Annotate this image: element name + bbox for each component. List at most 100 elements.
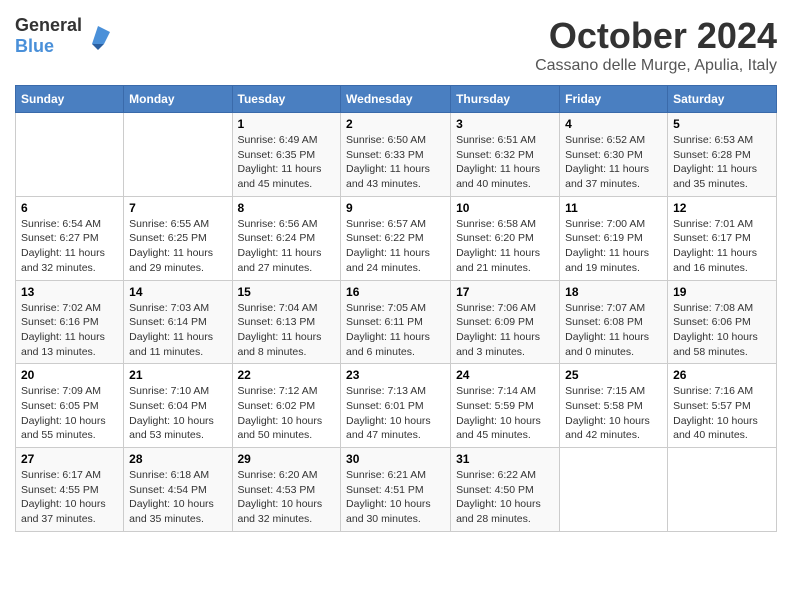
day-number: 8: [238, 201, 336, 215]
day-header-tuesday: Tuesday: [232, 86, 341, 113]
day-info: Sunrise: 7:06 AM Sunset: 6:09 PM Dayligh…: [456, 301, 554, 360]
location-title: Cassano delle Murge, Apulia, Italy: [535, 57, 777, 75]
calendar-cell: 3 Sunrise: 6:51 AM Sunset: 6:32 PM Daylig…: [451, 113, 560, 197]
day-header-monday: Monday: [124, 86, 232, 113]
day-number: 27: [21, 452, 118, 466]
calendar-cell: 7 Sunrise: 6:55 AM Sunset: 6:25 PM Daylig…: [124, 196, 232, 280]
calendar-cell: 21 Sunrise: 7:10 AM Sunset: 6:04 PM Dayli…: [124, 364, 232, 448]
day-number: 29: [238, 452, 336, 466]
calendar-cell: 18 Sunrise: 7:07 AM Sunset: 6:08 PM Dayli…: [560, 280, 668, 364]
calendar-cell: 14Sunrise: 7:03 AM Sunset: 6:14 PM Dayli…: [124, 280, 232, 364]
day-number: 18: [565, 285, 662, 299]
day-info: Sunrise: 6:17 AM Sunset: 4:55 PM Dayligh…: [21, 468, 118, 527]
day-info: Sunrise: 6:55 AM Sunset: 6:25 PM Dayligh…: [129, 217, 226, 276]
day-number: 24: [456, 368, 554, 382]
day-info: Sunrise: 7:09 AM Sunset: 6:05 PM Dayligh…: [21, 384, 118, 443]
day-number: 11: [565, 201, 662, 215]
day-info: Sunrise: 6:22 AM Sunset: 4:50 PM Dayligh…: [456, 468, 554, 527]
day-number: 23: [346, 368, 445, 382]
day-number: 9: [346, 201, 445, 215]
day-header-saturday: Saturday: [668, 86, 777, 113]
calendar-cell: 11 Sunrise: 7:00 AM Sunset: 6:19 PM Dayli…: [560, 196, 668, 280]
calendar-cell: 22 Sunrise: 7:12 AM Sunset: 6:02 PM Dayli…: [232, 364, 341, 448]
month-title: October 2024: [535, 15, 777, 57]
day-info: Sunrise: 7:07 AM Sunset: 6:08 PM Dayligh…: [565, 301, 662, 360]
calendar-week-2: 6 Sunrise: 6:54 AM Sunset: 6:27 PM Daylig…: [16, 196, 777, 280]
day-number: 3: [456, 117, 554, 131]
calendar-cell: 12Sunrise: 7:01 AM Sunset: 6:17 PM Dayli…: [668, 196, 777, 280]
day-info: Sunrise: 6:50 AM Sunset: 6:33 PM Dayligh…: [346, 133, 445, 192]
title-block: October 2024 Cassano delle Murge, Apulia…: [535, 15, 777, 75]
calendar-cell: 25 Sunrise: 7:15 AM Sunset: 5:58 PM Dayli…: [560, 364, 668, 448]
day-info: Sunrise: 7:15 AM Sunset: 5:58 PM Dayligh…: [565, 384, 662, 443]
day-info: Sunrise: 7:10 AM Sunset: 6:04 PM Dayligh…: [129, 384, 226, 443]
day-number: 25: [565, 368, 662, 382]
day-info: Sunrise: 6:56 AM Sunset: 6:24 PM Dayligh…: [238, 217, 336, 276]
day-info: Sunrise: 6:53 AM Sunset: 6:28 PM Dayligh…: [673, 133, 771, 192]
day-info: Sunrise: 6:52 AM Sunset: 6:30 PM Dayligh…: [565, 133, 662, 192]
day-info: Sunrise: 7:12 AM Sunset: 6:02 PM Dayligh…: [238, 384, 336, 443]
day-number: 7: [129, 201, 226, 215]
calendar-cell: 6 Sunrise: 6:54 AM Sunset: 6:27 PM Daylig…: [16, 196, 124, 280]
day-info: Sunrise: 7:01 AM Sunset: 6:17 PM Dayligh…: [673, 217, 771, 276]
day-info: Sunrise: 6:20 AM Sunset: 4:53 PM Dayligh…: [238, 468, 336, 527]
day-info: Sunrise: 6:58 AM Sunset: 6:20 PM Dayligh…: [456, 217, 554, 276]
calendar-cell: 8 Sunrise: 6:56 AM Sunset: 6:24 PM Daylig…: [232, 196, 341, 280]
day-number: 21: [129, 368, 226, 382]
day-number: 6: [21, 201, 118, 215]
day-info: Sunrise: 7:00 AM Sunset: 6:19 PM Dayligh…: [565, 217, 662, 276]
calendar-cell: 15 Sunrise: 7:04 AM Sunset: 6:13 PM Dayli…: [232, 280, 341, 364]
calendar-week-3: 13 Sunrise: 7:02 AM Sunset: 6:16 PM Dayli…: [16, 280, 777, 364]
day-info: Sunrise: 7:05 AM Sunset: 6:11 PM Dayligh…: [346, 301, 445, 360]
calendar-cell: 16 Sunrise: 7:05 AM Sunset: 6:11 PM Dayli…: [341, 280, 451, 364]
day-header-friday: Friday: [560, 86, 668, 113]
day-info: Sunrise: 6:51 AM Sunset: 6:32 PM Dayligh…: [456, 133, 554, 192]
day-info: Sunrise: 6:21 AM Sunset: 4:51 PM Dayligh…: [346, 468, 445, 527]
logo-icon: [84, 22, 112, 50]
day-number: 22: [238, 368, 336, 382]
calendar-cell: [124, 113, 232, 197]
calendar-cell: 27 Sunrise: 6:17 AM Sunset: 4:55 PM Dayli…: [16, 448, 124, 532]
day-info: Sunrise: 7:02 AM Sunset: 6:16 PM Dayligh…: [21, 301, 118, 360]
calendar-cell: 5 Sunrise: 6:53 AM Sunset: 6:28 PM Daylig…: [668, 113, 777, 197]
logo-general: General: [15, 15, 82, 35]
calendar-table: SundayMondayTuesdayWednesdayThursdayFrid…: [15, 85, 777, 532]
day-number: 5: [673, 117, 771, 131]
day-number: 15: [238, 285, 336, 299]
day-number: 17: [456, 285, 554, 299]
calendar-cell: 24Sunrise: 7:14 AM Sunset: 5:59 PM Dayli…: [451, 364, 560, 448]
day-info: Sunrise: 6:57 AM Sunset: 6:22 PM Dayligh…: [346, 217, 445, 276]
day-info: Sunrise: 6:54 AM Sunset: 6:27 PM Dayligh…: [21, 217, 118, 276]
day-number: 2: [346, 117, 445, 131]
calendar-header-row: SundayMondayTuesdayWednesdayThursdayFrid…: [16, 86, 777, 113]
logo: General Blue: [15, 15, 112, 57]
calendar-cell: [668, 448, 777, 532]
day-header-wednesday: Wednesday: [341, 86, 451, 113]
day-number: 30: [346, 452, 445, 466]
calendar-cell: 1 Sunrise: 6:49 AM Sunset: 6:35 PM Daylig…: [232, 113, 341, 197]
calendar-cell: 29 Sunrise: 6:20 AM Sunset: 4:53 PM Dayli…: [232, 448, 341, 532]
page-header: General Blue October 2024 Cassano delle …: [15, 15, 777, 75]
calendar-cell: 19Sunrise: 7:08 AM Sunset: 6:06 PM Dayli…: [668, 280, 777, 364]
day-info: Sunrise: 7:04 AM Sunset: 6:13 PM Dayligh…: [238, 301, 336, 360]
day-info: Sunrise: 7:08 AM Sunset: 6:06 PM Dayligh…: [673, 301, 771, 360]
calendar-week-5: 27 Sunrise: 6:17 AM Sunset: 4:55 PM Dayli…: [16, 448, 777, 532]
day-number: 28: [129, 452, 226, 466]
calendar-cell: 20 Sunrise: 7:09 AM Sunset: 6:05 PM Dayli…: [16, 364, 124, 448]
logo-blue: Blue: [15, 36, 54, 56]
calendar-cell: 23 Sunrise: 7:13 AM Sunset: 6:01 PM Dayli…: [341, 364, 451, 448]
calendar-week-4: 20 Sunrise: 7:09 AM Sunset: 6:05 PM Dayli…: [16, 364, 777, 448]
day-info: Sunrise: 6:49 AM Sunset: 6:35 PM Dayligh…: [238, 133, 336, 192]
calendar-cell: [16, 113, 124, 197]
calendar-cell: 4Sunrise: 6:52 AM Sunset: 6:30 PM Daylig…: [560, 113, 668, 197]
calendar-cell: 10Sunrise: 6:58 AM Sunset: 6:20 PM Dayli…: [451, 196, 560, 280]
calendar-cell: 13 Sunrise: 7:02 AM Sunset: 6:16 PM Dayli…: [16, 280, 124, 364]
day-number: 31: [456, 452, 554, 466]
calendar-week-1: 1 Sunrise: 6:49 AM Sunset: 6:35 PM Daylig…: [16, 113, 777, 197]
day-number: 13: [21, 285, 118, 299]
day-info: Sunrise: 6:18 AM Sunset: 4:54 PM Dayligh…: [129, 468, 226, 527]
day-number: 16: [346, 285, 445, 299]
day-number: 20: [21, 368, 118, 382]
day-info: Sunrise: 7:13 AM Sunset: 6:01 PM Dayligh…: [346, 384, 445, 443]
day-number: 1: [238, 117, 336, 131]
